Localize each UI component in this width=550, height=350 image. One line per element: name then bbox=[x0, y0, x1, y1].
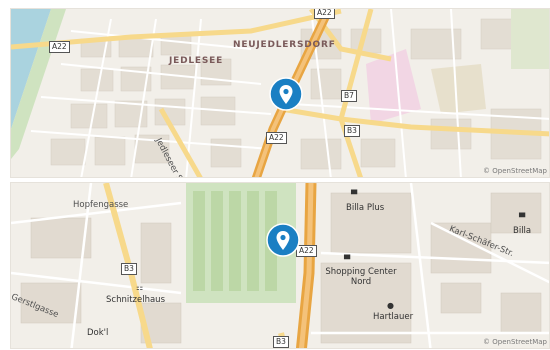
road-shield-b7: B7 bbox=[341, 90, 357, 102]
poi-shopping-center-nord[interactable]: Shopping Center Nord bbox=[321, 267, 401, 287]
map-attribution[interactable]: © OpenStreetMap bbox=[483, 167, 547, 175]
road-shield-a22-west: A22 bbox=[49, 41, 70, 53]
shopping-center-icon: ▀ bbox=[344, 255, 351, 264]
map-comparison: JEDLESEE NEUJEDLERSDORF Jedleseer Str. A… bbox=[0, 0, 550, 350]
street-label-hopfengasse: Hopfengasse bbox=[73, 200, 129, 210]
location-pin-icon[interactable] bbox=[266, 223, 300, 263]
district-label-neujedlersdorf: NEUJEDLERSDORF bbox=[233, 40, 336, 50]
map-top[interactable]: JEDLESEE NEUJEDLERSDORF Jedleseer Str. A… bbox=[10, 8, 550, 178]
road-shield-b3-west: B3 bbox=[121, 263, 137, 275]
map-bottom[interactable]: Hopfengasse Gerstlgasse Karl-Schäfer-Str… bbox=[10, 182, 550, 349]
road-shield-b3: B3 bbox=[344, 125, 360, 137]
restaurant-icon: ⚏ bbox=[136, 283, 144, 292]
district-label-jedlesee: JEDLESEE bbox=[169, 56, 224, 66]
poi-dokl[interactable]: Dok'l bbox=[87, 329, 108, 338]
supermarket-icon: ▀ bbox=[519, 213, 526, 222]
road-shield-a22-south: A22 bbox=[266, 132, 287, 144]
poi-schnitzelhaus[interactable]: Schnitzelhaus bbox=[106, 296, 165, 305]
map-attribution[interactable]: © OpenStreetMap bbox=[483, 338, 547, 346]
location-pin-icon[interactable] bbox=[269, 77, 303, 117]
shop-icon: ● bbox=[387, 301, 394, 310]
road-shield-b3-south: B3 bbox=[273, 336, 289, 348]
poi-hartlauer[interactable]: Hartlauer bbox=[373, 313, 413, 322]
poi-billa-plus[interactable]: Billa Plus bbox=[346, 204, 384, 213]
poi-billa[interactable]: Billa bbox=[513, 227, 531, 236]
supermarket-icon: ▀ bbox=[351, 190, 358, 199]
road-shield-a22-north: A22 bbox=[314, 9, 335, 19]
